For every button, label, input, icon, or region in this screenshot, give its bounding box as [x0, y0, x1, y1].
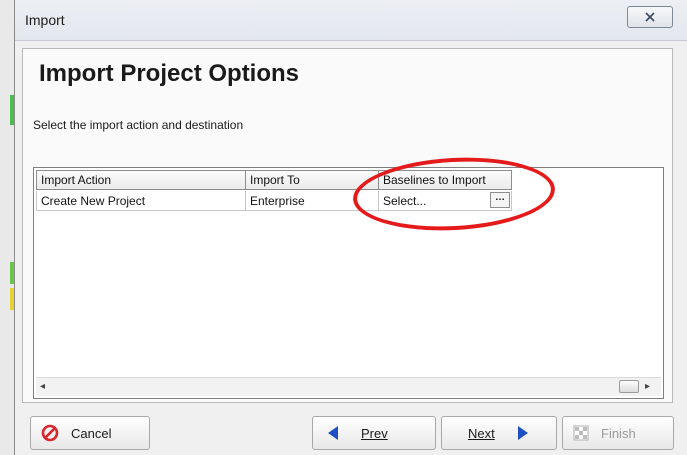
instruction-text: Select the import action and destination — [33, 118, 244, 132]
close-icon — [645, 12, 655, 22]
cell-import-action[interactable]: Create New Project — [36, 191, 246, 211]
scroll-right-arrow-icon[interactable]: ▸ — [645, 382, 655, 392]
next-label: Next — [468, 425, 495, 441]
finish-label: Finish — [601, 425, 636, 441]
scroll-thumb[interactable] — [619, 380, 639, 393]
prev-label: Prev — [361, 425, 388, 441]
scroll-left-arrow-icon[interactable]: ◂ — [40, 382, 50, 392]
table-header: Import Action Import To Baselines to Imp… — [36, 170, 512, 190]
horizontal-scrollbar[interactable]: ◂ ▸ — [36, 377, 661, 396]
close-button[interactable] — [627, 6, 673, 28]
cell-import-to[interactable]: Enterprise — [246, 191, 379, 211]
cancel-label: Cancel — [71, 425, 112, 441]
column-header-import-to[interactable]: Import To — [246, 170, 379, 190]
finish-icon — [573, 425, 589, 441]
table-row[interactable]: Create New Project Enterprise Select... … — [36, 191, 512, 211]
prev-arrow-icon — [328, 426, 338, 440]
options-panel: Import Project Options Select the import… — [22, 48, 673, 403]
background-window-edge — [0, 0, 14, 455]
baselines-value: Select... — [383, 194, 427, 208]
page-title: Import Project Options — [39, 60, 300, 87]
column-header-baselines[interactable]: Baselines to Import — [379, 170, 512, 190]
finish-button[interactable]: Finish — [562, 416, 674, 450]
baselines-picker-button[interactable]: … — [490, 192, 510, 208]
import-options-table: Import Action Import To Baselines to Imp… — [33, 167, 664, 399]
cancel-icon — [41, 424, 59, 442]
title-bar: Import — [15, 0, 687, 41]
next-button[interactable]: Next — [441, 416, 557, 450]
window-title: Import — [25, 12, 65, 28]
cell-baselines[interactable]: Select... … — [379, 191, 512, 211]
prev-button[interactable]: Prev — [312, 416, 436, 450]
column-header-import-action[interactable]: Import Action — [36, 170, 246, 190]
next-arrow-icon — [517, 426, 528, 440]
cancel-button[interactable]: Cancel — [30, 416, 150, 450]
